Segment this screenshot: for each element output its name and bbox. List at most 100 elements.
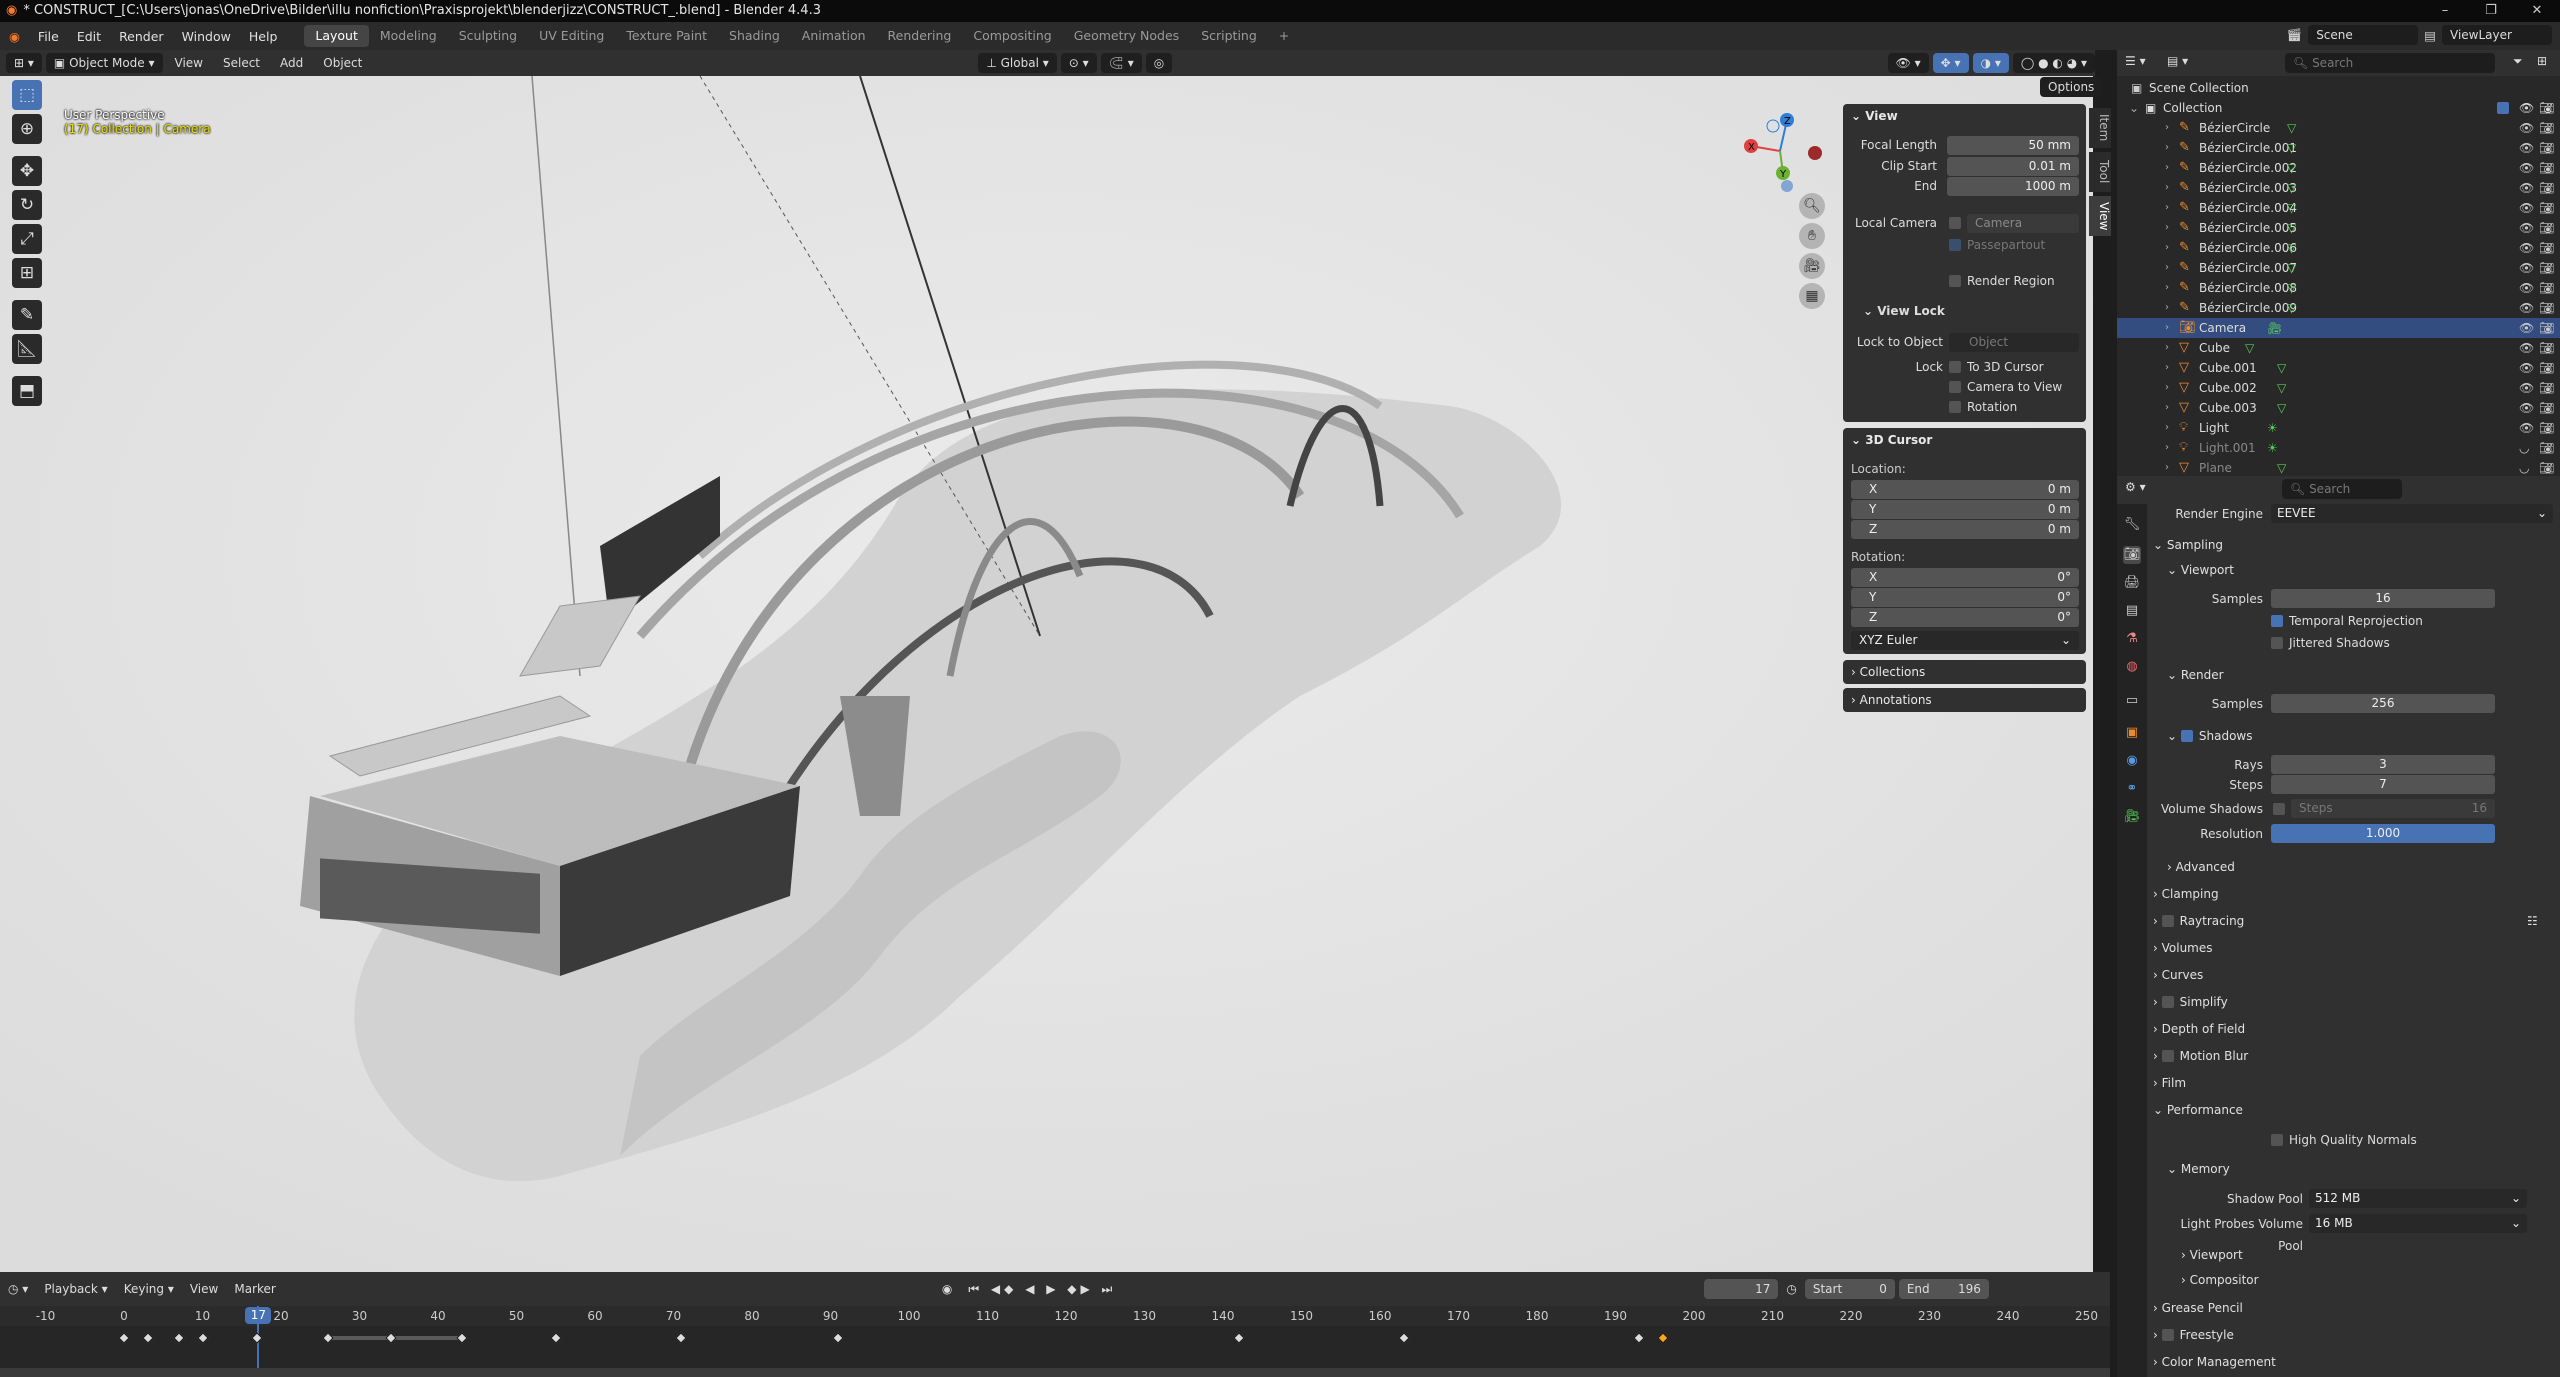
expand-chevron-icon[interactable]: › <box>2165 238 2169 258</box>
expand-chevron-icon[interactable]: › <box>2165 178 2169 198</box>
gizmo-icon[interactable]: ✥ ▾ <box>1932 53 1969 73</box>
outliner-item[interactable]: › ✎ BézierCircle.005 ▽ 👁︎ 📷︎ <box>2117 218 2560 238</box>
expand-chevron-icon[interactable]: › <box>2165 298 2169 318</box>
eye-icon[interactable]: 👁︎ <box>2519 138 2534 158</box>
lock-to-3d-cursor-checkbox[interactable]: To 3D Cursor <box>1949 360 2044 374</box>
tab-geometry-nodes[interactable]: Geometry Nodes <box>1063 25 1190 47</box>
camera-view-icon[interactable]: 🎥︎ <box>1799 253 1825 279</box>
clamping-panel-header[interactable]: › Clamping <box>2153 883 2553 905</box>
cursor-location-y[interactable]: Y 0 m <box>1851 500 2079 519</box>
add-workspace-button[interactable]: + <box>1268 25 1300 47</box>
menu-object[interactable]: Object <box>315 56 370 70</box>
camera-to-view-checkbox[interactable]: Camera to View <box>1949 380 2062 394</box>
cursor-rotation-y[interactable]: Y 0° <box>1851 588 2079 607</box>
zoom-icon[interactable]: 🔍︎ <box>1799 193 1825 219</box>
scene-selector[interactable]: Scene <box>2308 25 2419 45</box>
temporal-reprojection-checkbox[interactable]: Temporal Reprojection <box>2271 610 2560 632</box>
outliner-item[interactable]: › ✎ BézierCircle ▽ 👁︎ 📷︎ <box>2117 118 2560 138</box>
view-layer-tab-icon[interactable]: ▤ <box>2123 602 2141 620</box>
outliner-editor-icon[interactable]: ☰ ▾ <box>2125 54 2146 68</box>
passepartout-checkbox[interactable]: Passepartout <box>1949 238 2045 252</box>
render-camera-icon[interactable]: 📷︎ <box>2539 318 2554 338</box>
rotate-tool-icon[interactable]: ↻ <box>12 190 42 220</box>
eye-icon[interactable]: 👁︎ <box>2519 158 2534 178</box>
menu-marker[interactable]: Marker <box>226 1282 283 1296</box>
render-camera-icon[interactable]: 📷︎ <box>2539 218 2554 238</box>
expand-chevron-icon[interactable]: › <box>2165 118 2169 138</box>
properties-editor-icon[interactable]: ⚙ ▾ <box>2125 480 2146 494</box>
camera-data-tab-icon[interactable]: 🎥︎ <box>2123 808 2141 826</box>
tab-uv-editing[interactable]: UV Editing <box>528 25 615 47</box>
render-camera-icon[interactable]: 📷︎ <box>2539 238 2554 258</box>
outliner-item[interactable]: › ✎ BézierCircle.001 ▽ 👁︎ 📷︎ <box>2117 138 2560 158</box>
collection-tab-icon[interactable]: ▭ <box>2123 692 2141 710</box>
filter-icon[interactable]: ⏷ <box>2513 54 2523 69</box>
add-cube-tool-icon[interactable]: ⬒ <box>12 376 42 406</box>
tab-compositing[interactable]: Compositing <box>962 25 1062 47</box>
film-panel-header[interactable]: › Film <box>2153 1072 2553 1094</box>
frame-start-field[interactable]: Start 0 <box>1804 1279 1895 1299</box>
advanced-subpanel-header[interactable]: › Advanced <box>2167 856 2560 878</box>
expand-chevron-icon[interactable]: › <box>2165 278 2169 298</box>
outliner-root[interactable]: ▣ Scene Collection <box>2117 78 2560 98</box>
outliner-item[interactable]: › ▽ Cube.003 ▽ 👁︎ 📷︎ <box>2117 398 2560 418</box>
close-button[interactable]: ✕ <box>2514 0 2560 22</box>
performance-panel-header[interactable]: ⌄ Performance <box>2153 1099 2553 1121</box>
view-panel-header[interactable]: ⌄ View <box>1843 104 2086 128</box>
menu-timeline-view[interactable]: View <box>182 1282 226 1296</box>
eye-icon[interactable]: 👁︎ <box>2519 378 2534 398</box>
pivot-icon[interactable]: ⊙ ▾ <box>1060 53 1097 73</box>
eye-icon[interactable]: 👁︎ <box>2519 358 2534 378</box>
timeline-editor-icon[interactable]: ◷ ▾ <box>0 1282 36 1296</box>
volume-steps-field[interactable]: Steps 16 <box>2291 799 2495 818</box>
3d-viewport[interactable]: User Perspective (17) Collection | Camer… <box>0 76 2095 1272</box>
render-camera-icon[interactable]: 📷︎ <box>2539 278 2554 298</box>
keyframe[interactable] <box>385 1332 397 1344</box>
menu-view[interactable]: View <box>167 56 211 70</box>
visibility-icon[interactable]: 👁︎ ▾ <box>1887 53 1929 73</box>
outliner-item[interactable]: › 💡︎ Light.001 ☀ ◡ 📷︎ <box>2117 438 2560 458</box>
view-layer-selector[interactable]: ViewLayer <box>2442 25 2552 45</box>
eye-icon[interactable]: 👁︎ <box>2519 398 2534 418</box>
timeline-scrollbar[interactable] <box>0 1368 2110 1377</box>
render-camera-icon[interactable]: 📷︎ <box>2539 98 2554 118</box>
expand-chevron-icon[interactable]: › <box>2165 318 2169 338</box>
outliner-search[interactable]: 🔍︎ Search <box>2285 53 2495 73</box>
tab-scripting[interactable]: Scripting <box>1190 25 1268 47</box>
grease-pencil-panel-header[interactable]: › Grease Pencil <box>2153 1297 2553 1319</box>
menu-help[interactable]: Help <box>240 29 287 44</box>
expand-chevron-icon[interactable]: › <box>2165 418 2169 438</box>
expand-chevron-icon[interactable]: › <box>2165 158 2169 178</box>
eye-icon[interactable]: ◡ <box>2519 438 2529 458</box>
outliner-item[interactable]: › ✎ BézierCircle.002 ▽ 👁︎ 📷︎ <box>2117 158 2560 178</box>
blender-menu-icon[interactable]: ◉ <box>0 29 29 44</box>
keyframe[interactable] <box>1633 1332 1645 1344</box>
render-camera-icon[interactable]: 📷︎ <box>2539 178 2554 198</box>
jittered-shadows-checkbox[interactable]: Jittered Shadows <box>2271 632 2560 654</box>
eye-icon[interactable]: 👁︎ <box>2519 258 2534 278</box>
color-management-panel-header[interactable]: › Color Management <box>2153 1351 2553 1373</box>
local-camera-checkbox[interactable] <box>1949 217 1961 229</box>
keyframe[interactable] <box>251 1332 264 1344</box>
expand-chevron-icon[interactable]: › <box>2165 218 2169 238</box>
viewport-samples-field[interactable]: 16 <box>2271 589 2495 608</box>
expand-chevron-icon[interactable]: › <box>2165 338 2169 358</box>
render-camera-icon[interactable]: 📷︎ <box>2539 118 2554 138</box>
cursor-panel-header[interactable]: ⌄ 3D Cursor <box>1843 428 2086 452</box>
eye-icon[interactable]: 👁︎ <box>2519 118 2534 138</box>
keyframe[interactable] <box>675 1332 688 1344</box>
local-camera-field[interactable]: Camera <box>1967 214 2079 233</box>
render-camera-icon[interactable]: 📷︎ <box>2539 378 2554 398</box>
clip-start-field[interactable]: 0.01 m <box>1947 157 2079 176</box>
keyframe[interactable] <box>322 1332 334 1344</box>
outliner-item[interactable]: › ▽ Cube ▽ 👁︎ 📷︎ <box>2117 338 2560 358</box>
snap-icon[interactable]: 🧲︎ ▾ <box>1100 53 1142 73</box>
tab-rendering[interactable]: Rendering <box>877 25 963 47</box>
menu-window[interactable]: Window <box>173 29 240 44</box>
record-icon[interactable]: ◉ <box>934 1282 960 1296</box>
memory-subpanel-header[interactable]: ⌄ Memory <box>2167 1158 2560 1180</box>
menu-file[interactable]: File <box>29 29 68 44</box>
render-camera-icon[interactable]: 📷︎ <box>2539 398 2554 418</box>
navigation-gizmo[interactable]: Z X Y <box>1735 106 1825 196</box>
curves-panel-header[interactable]: › Curves <box>2153 964 2553 986</box>
